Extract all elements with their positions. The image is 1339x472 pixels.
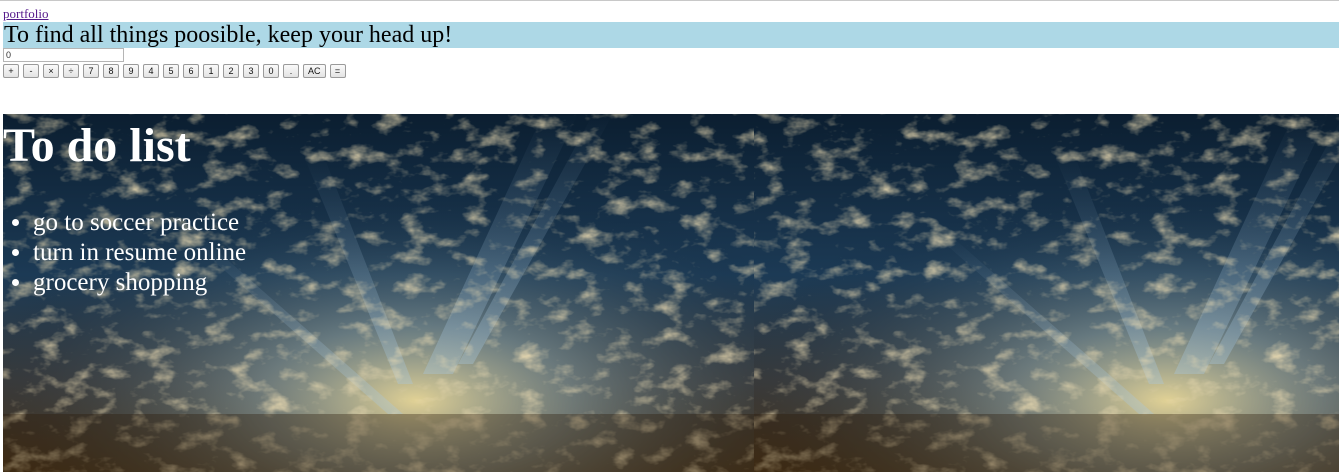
calculator-display[interactable]: 0 xyxy=(3,48,124,62)
calc-key-8[interactable]: 8 xyxy=(103,64,119,78)
todo-list: go to soccer practice turn in resume onl… xyxy=(3,208,246,298)
calc-key-7[interactable]: 7 xyxy=(83,64,99,78)
calc-key-minus[interactable]: - xyxy=(23,64,39,78)
motto-text: To find all things poosible, keep your h… xyxy=(4,22,453,48)
todo-item: grocery shopping xyxy=(33,268,246,298)
calc-key-5[interactable]: 5 xyxy=(163,64,179,78)
calc-key-plus[interactable]: + xyxy=(3,64,19,78)
calc-key-decimal[interactable]: . xyxy=(283,64,299,78)
motto-banner: To find all things poosible, keep your h… xyxy=(3,22,1339,48)
calc-key-9[interactable]: 9 xyxy=(123,64,139,78)
todo-item: turn in resume online xyxy=(33,238,246,268)
todo-title: To do list xyxy=(3,119,191,172)
sky-image-tile xyxy=(754,114,1339,472)
calc-key-0[interactable]: 0 xyxy=(263,64,279,78)
calc-key-4[interactable]: 4 xyxy=(143,64,159,78)
calc-key-3[interactable]: 3 xyxy=(243,64,259,78)
calc-key-6[interactable]: 6 xyxy=(183,64,199,78)
calc-key-equals[interactable]: = xyxy=(329,64,346,78)
calc-key-clear[interactable]: AC xyxy=(303,64,326,78)
calc-key-multiply[interactable]: × xyxy=(43,64,59,78)
top-border xyxy=(0,0,1339,1)
calc-key-1[interactable]: 1 xyxy=(203,64,219,78)
calc-key-divide[interactable]: ÷ xyxy=(63,64,79,78)
todo-item: go to soccer practice xyxy=(33,208,246,238)
portfolio-link[interactable]: portfolio xyxy=(3,6,49,21)
calc-key-2[interactable]: 2 xyxy=(223,64,239,78)
calculator-keypad: + - × ÷ 7 8 9 4 5 6 1 2 3 0 . AC = xyxy=(3,64,346,78)
